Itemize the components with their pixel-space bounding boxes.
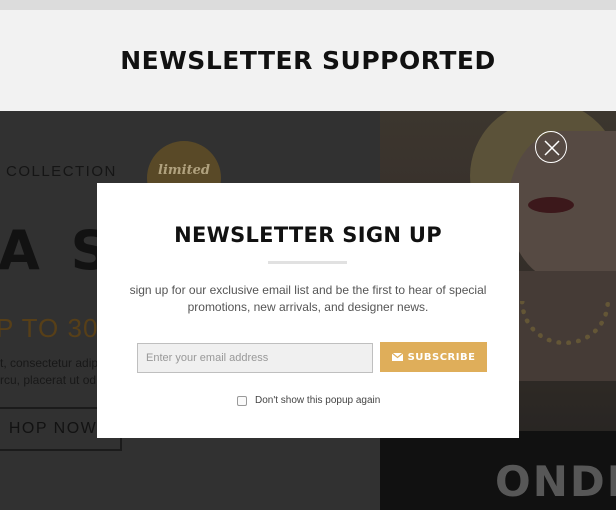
preview-stage: COLLECTION limited A S P TO 30 t, consec… <box>0 111 616 510</box>
subscribe-button[interactable]: SUBSCRIBE <box>380 342 487 372</box>
dont-show-label: Don't show this popup again <box>255 395 381 406</box>
popup-title: NEWSLETTER SIGN UP <box>174 223 442 247</box>
top-strip <box>0 0 616 10</box>
envelope-icon <box>391 353 403 361</box>
newsletter-popup: NEWSLETTER SIGN UP sign up for our exclu… <box>97 183 519 438</box>
dont-show-checkbox-row[interactable]: Don't show this popup again <box>237 395 380 406</box>
popup-description: sign up for our exclusive email list and… <box>129 283 487 314</box>
header-band: NEWSLETTER SUPPORTED <box>0 10 616 111</box>
dont-show-checkbox[interactable] <box>237 395 247 406</box>
banner-title: NEWSLETTER SUPPORTED <box>120 46 496 75</box>
title-divider <box>268 261 347 264</box>
subscribe-label: SUBSCRIBE <box>407 351 476 363</box>
close-icon[interactable] <box>535 131 567 163</box>
email-field[interactable] <box>137 343 373 373</box>
